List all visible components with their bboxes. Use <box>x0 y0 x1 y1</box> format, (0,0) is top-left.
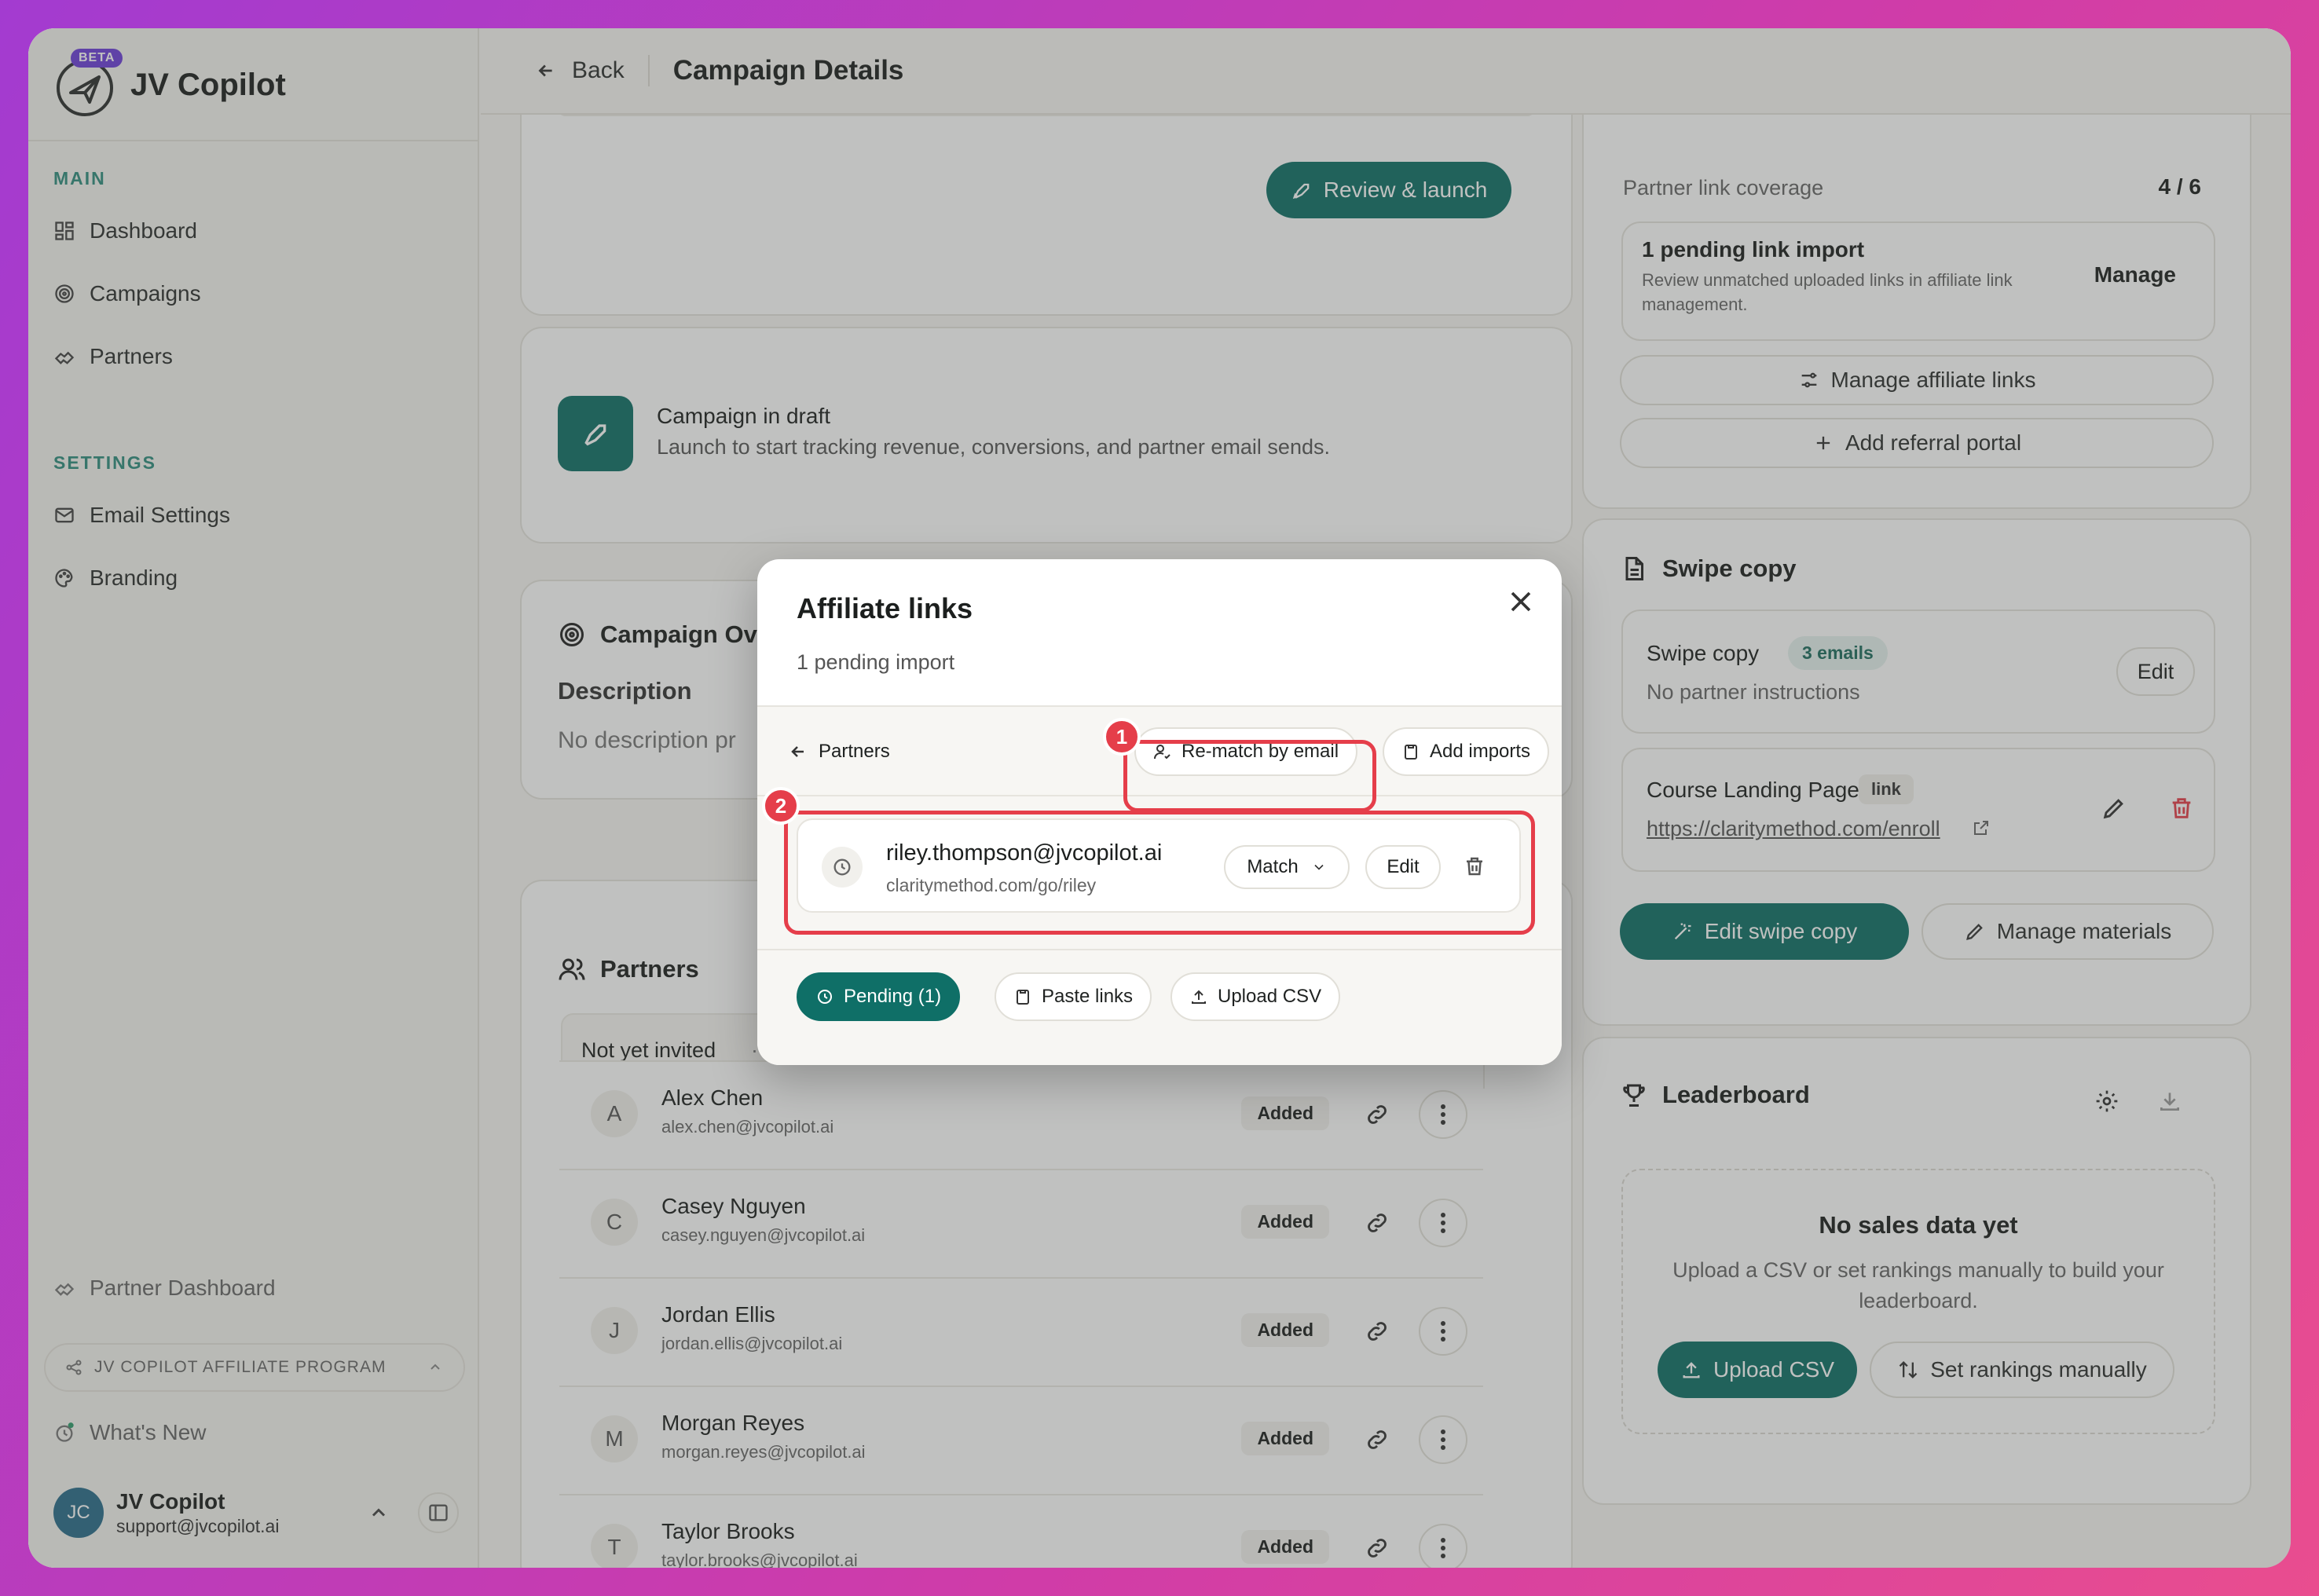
tab-upload-label: Upload CSV <box>1218 986 1322 1007</box>
add-imports-label: Add imports <box>1430 741 1531 762</box>
clock-icon <box>818 990 832 1004</box>
tab-paste-label: Paste links <box>1042 986 1134 1007</box>
tab-upload-csv[interactable]: Upload CSV <box>1170 972 1341 1021</box>
callout-number-2: 2 <box>762 787 800 825</box>
clipboard-icon <box>1405 745 1417 760</box>
partners-back-button[interactable]: Partners <box>776 727 903 776</box>
arrow-left-icon <box>791 746 804 757</box>
app-window: BETA JV Copilot MAIN Dashboard Campaigns… <box>28 28 2291 1568</box>
modal-title: Affiliate links <box>797 592 973 624</box>
affiliate-links-modal: Affiliate links 1 pending import Partner… <box>757 559 1562 1065</box>
modal-footer: Pending (1) Paste links Upload CSV <box>757 949 1562 1065</box>
tab-pending-label: Pending (1) <box>844 986 942 1007</box>
tab-pending[interactable]: Pending (1) <box>797 972 961 1021</box>
callout-highlight-1 <box>1123 740 1376 812</box>
callout-highlight-2 <box>784 811 1535 935</box>
close-icon[interactable] <box>1504 584 1538 619</box>
modal-subtitle: 1 pending import <box>797 650 955 674</box>
clipboard-icon <box>1017 990 1029 1005</box>
callout-number-1: 1 <box>1103 718 1141 756</box>
partners-back-label: Partners <box>819 741 890 762</box>
upload-icon <box>1192 990 1206 1004</box>
add-imports-button[interactable]: Add imports <box>1383 727 1550 776</box>
tab-paste-links[interactable]: Paste links <box>995 972 1152 1021</box>
